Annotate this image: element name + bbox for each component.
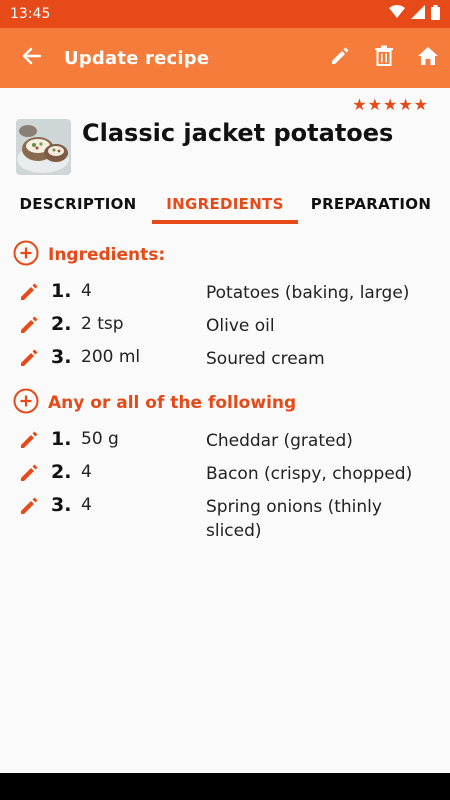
edit-icon[interactable] [18,281,40,303]
edit-icon[interactable] [18,495,40,517]
app-bar-title: Update recipe [64,47,210,69]
tab-bar: DESCRIPTION INGREDIENTS PREPARATION [0,186,450,224]
delete-icon [374,45,394,71]
edit-icon[interactable] [18,462,40,484]
ingredient-section-header: Any or all of the following [13,388,296,418]
ingredient-name: Bacon (crispy, chopped) [206,464,413,484]
ingredient-number: 3. [51,346,72,368]
ingredient-quantity: 4 [81,281,92,301]
battery-icon [431,4,440,24]
status-bar: 13:45 [0,0,450,28]
edit-icon[interactable] [18,314,40,336]
star-icon: ★ [367,95,382,114]
edit-icon[interactable] [18,429,40,451]
ingredient-quantity: 4 [81,495,92,515]
star-icon: ★ [398,95,413,114]
ingredient-number: 2. [51,461,72,483]
ingredient-number: 1. [51,428,72,450]
rating-stars: ★ ★ ★ ★ ★ [352,97,428,113]
status-icons [389,4,440,24]
ingredient-name: Cheddar (grated) [206,431,353,451]
star-icon: ★ [352,95,367,114]
system-nav-bar [0,773,450,800]
app-bar: Update recipe [0,28,450,88]
home-button[interactable] [406,28,450,88]
ingredient-name: Olive oil [206,316,275,336]
section-title: Any or all of the following [48,393,297,413]
back-arrow-icon [22,46,42,70]
back-button[interactable] [0,28,64,88]
active-tab-indicator [152,220,298,224]
ingredient-name: Spring onions (thinly sliced) [206,497,382,541]
wifi-icon [389,5,405,23]
app-bar-actions [318,28,450,88]
ingredient-number: 2. [51,313,72,335]
recipe-thumbnail [16,119,71,175]
star-icon: ★ [413,95,428,114]
add-circle-icon[interactable] [13,388,39,418]
ingredient-quantity: 2 tsp [81,314,124,334]
ingredient-section-header: Ingredients: [13,240,165,270]
edit-icon[interactable] [18,347,40,369]
tab-description[interactable]: DESCRIPTION [10,186,146,224]
star-icon: ★ [382,95,398,114]
status-time: 13:45 [10,6,51,22]
ingredient-number: 3. [51,494,72,516]
ingredient-quantity: 4 [81,462,92,482]
ingredient-number: 1. [51,280,72,302]
home-icon [417,46,439,70]
tab-ingredients[interactable]: INGREDIENTS [152,186,298,224]
tab-preparation[interactable]: PREPARATION [304,186,438,224]
signal-icon [411,5,425,23]
section-title: Ingredients: [48,245,166,265]
ingredient-quantity: 200 ml [81,347,141,367]
ingredient-name: Potatoes (baking, large) [206,283,410,303]
add-circle-icon[interactable] [13,240,39,270]
recipe-title: Classic jacket potatoes [82,119,394,147]
ingredient-name: Soured cream [206,349,325,369]
delete-button[interactable] [362,28,406,88]
edit-icon [329,45,351,71]
edit-button[interactable] [318,28,362,88]
ingredient-quantity: 50 g [81,429,119,449]
